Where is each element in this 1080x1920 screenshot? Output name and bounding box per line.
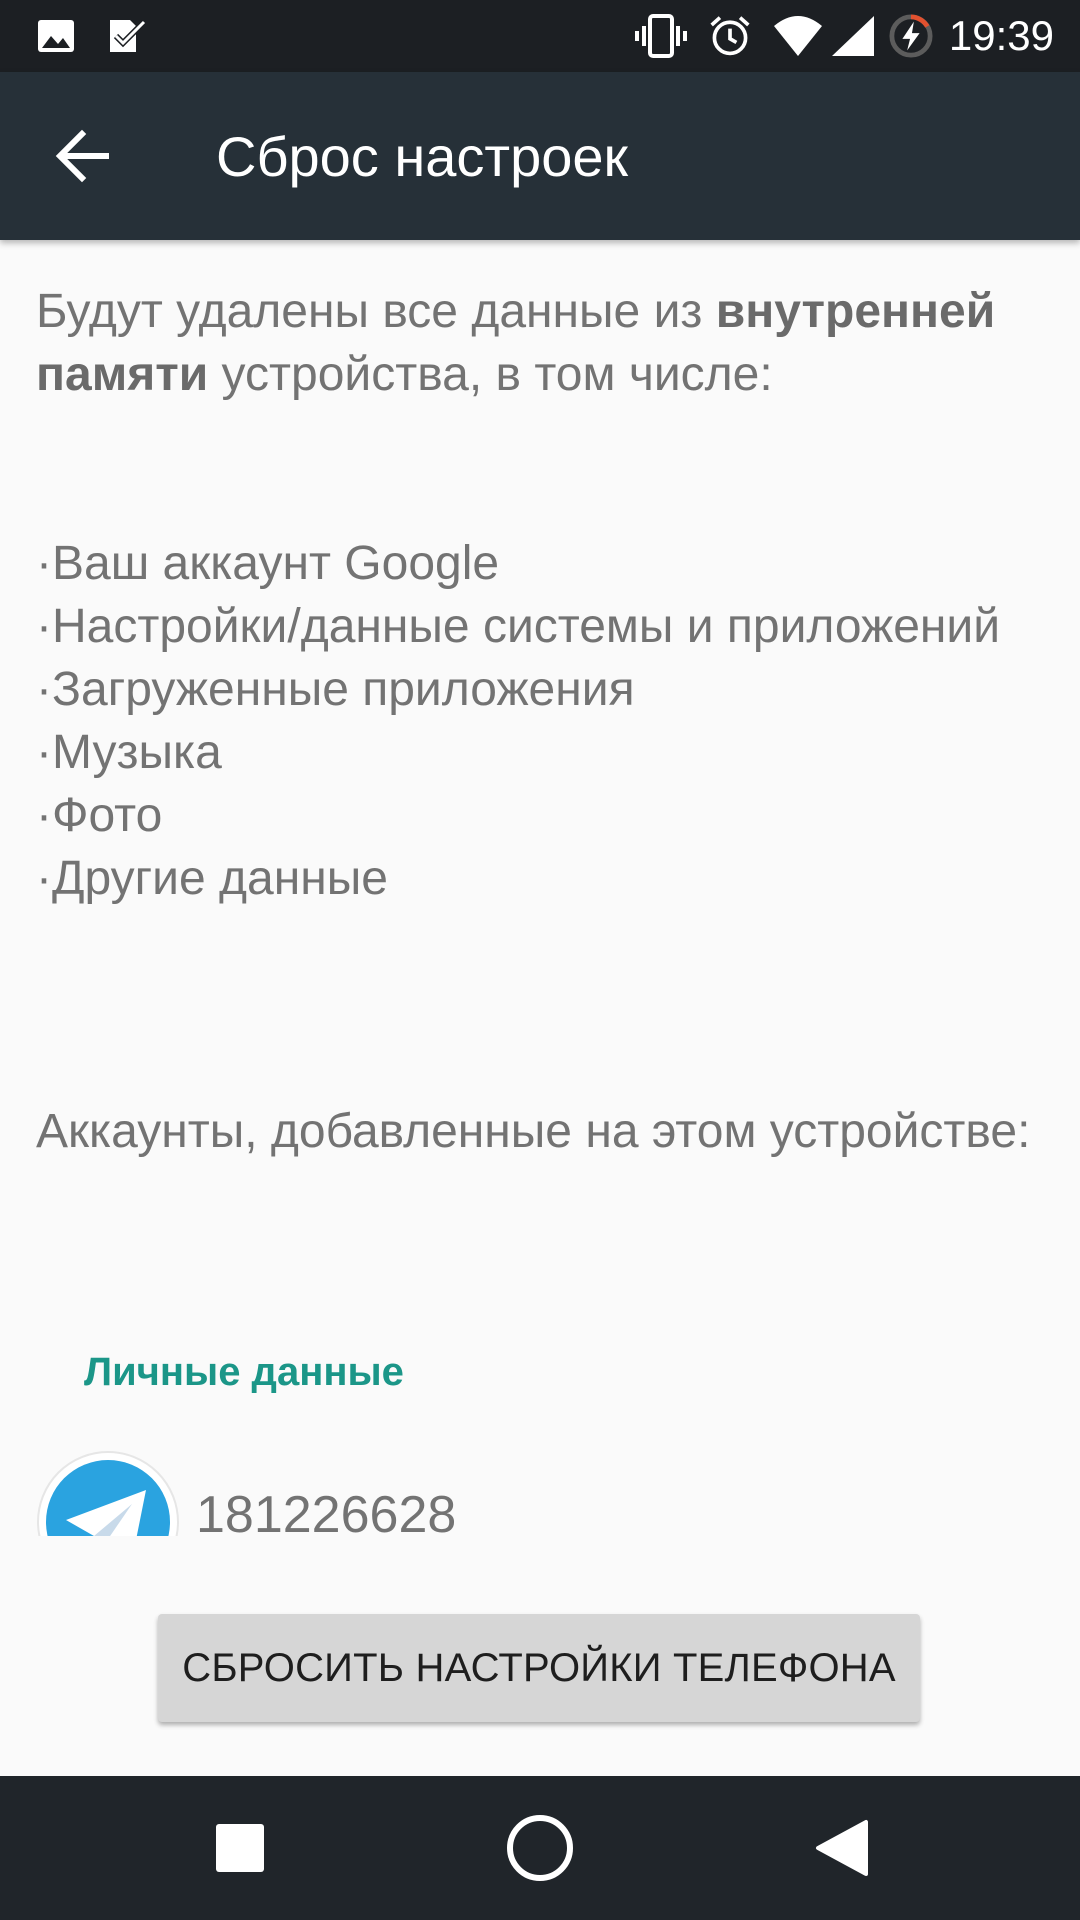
account-name: 181226628 <box>196 1486 457 1536</box>
section-label-personal: Личные данные <box>84 1350 404 1394</box>
list-item-label: Фото <box>52 789 163 842</box>
bullet-dot: · <box>36 600 52 653</box>
intro-text: Будут удалены все данные из внутренней п… <box>36 280 1046 406</box>
toolbar: Сброс настроек <box>0 72 1080 240</box>
battery-charging-icon <box>889 14 933 58</box>
accounts-heading: Аккаунты, добавленные на этом устройстве… <box>36 1105 1031 1158</box>
list-item-label: Другие данные <box>52 852 388 905</box>
vibrate-icon <box>635 14 687 58</box>
list-item: · Загруженные приложения <box>36 658 1046 721</box>
list-item: · Другие данные <box>36 847 1046 910</box>
back-triangle-icon[interactable] <box>796 1800 892 1896</box>
list-item-label: Настройки/данные системы и приложений <box>52 600 1001 653</box>
bullet-dot: · <box>36 852 52 905</box>
home-circle-icon[interactable] <box>492 1800 588 1896</box>
check-notification-icon <box>110 19 147 52</box>
bullet-dot: · <box>36 663 52 716</box>
bullet-dot: · <box>36 726 52 779</box>
navigation-bar <box>0 1776 1080 1920</box>
wifi-icon <box>774 16 822 56</box>
recents-square-icon[interactable] <box>192 1800 288 1896</box>
account-row[interactable]: 181226628 <box>36 1450 1046 1536</box>
status-bar: 19:39 <box>0 0 1080 72</box>
list-item: · Ваш аккаунт Google <box>36 532 1046 595</box>
bullet-dot: · <box>36 537 52 590</box>
cell-signal-icon <box>832 16 874 56</box>
alarm-icon <box>710 16 750 56</box>
list-item: · Настройки/данные системы и приложений <box>36 595 1046 658</box>
bullet-dot: · <box>36 789 52 842</box>
reset-phone-button[interactable]: СБРОСИТЬ НАСТРОЙКИ ТЕЛЕФОНА <box>158 1614 920 1722</box>
intro-prefix: Будут удалены все данные из <box>36 285 716 338</box>
list-item: · Музыка <box>36 721 1046 784</box>
list-item-label: Загруженные приложения <box>52 663 635 716</box>
page-title: Сброс настроек <box>216 125 629 188</box>
image-notification-icon <box>38 20 74 52</box>
arrow-back-icon[interactable] <box>40 116 128 196</box>
telegram-icon <box>37 1451 179 1536</box>
list-item-label: Ваш аккаунт Google <box>52 537 500 590</box>
status-time: 19:39 <box>948 12 1054 59</box>
data-list: · Ваш аккаунт Google · Настройки/данные си… <box>36 532 1046 910</box>
list-item: · Фото <box>36 784 1046 847</box>
list-item-label: Музыка <box>52 726 222 779</box>
reset-info-content: Будут удалены все данные из внутренней п… <box>0 240 1080 1536</box>
intro-suffix: устройства, в том числе: <box>208 348 773 401</box>
